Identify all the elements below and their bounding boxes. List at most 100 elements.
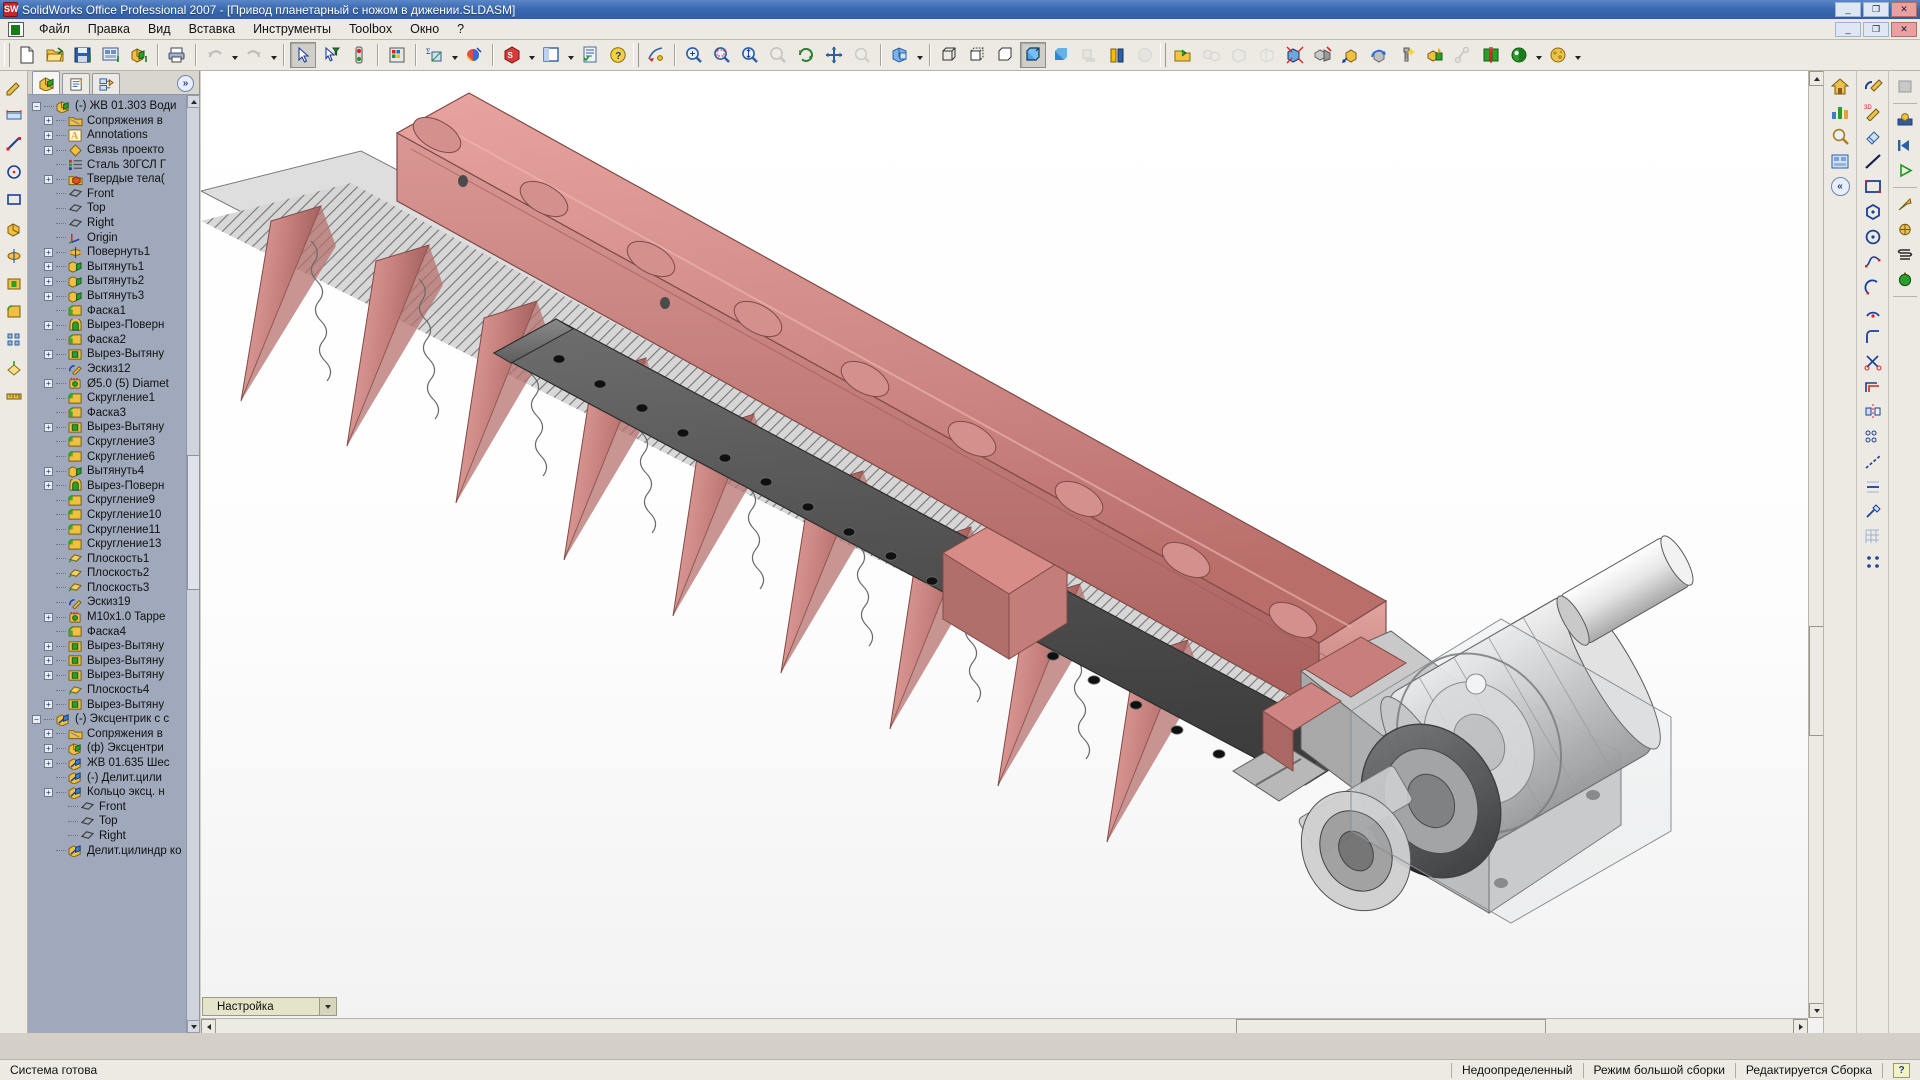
rectangle-icon[interactable] [1860, 175, 1886, 198]
zoom-to-fit-icon[interactable] [681, 42, 707, 68]
rebuild-icon[interactable] [346, 42, 372, 68]
tree-item[interactable]: + M10x1.0 Tappe [28, 610, 199, 625]
select-arrow-icon[interactable] [290, 42, 316, 68]
tree-expand-button[interactable]: + [44, 787, 53, 797]
tree-item[interactable]: + Вырез-Вытяну [28, 420, 199, 435]
tree-item[interactable]: Фаска4 [28, 624, 199, 639]
play-icon[interactable] [1892, 159, 1918, 182]
wireframe-icon[interactable] [936, 42, 962, 68]
help-icon[interactable]: ? [605, 42, 631, 68]
shaded-icon[interactable] [1048, 42, 1074, 68]
close-button[interactable]: ✕ [1891, 2, 1917, 17]
model-viewport[interactable] [201, 71, 1823, 1033]
tree-item[interactable]: Плоскость4 [28, 683, 199, 698]
view-palette-icon[interactable] [1827, 150, 1853, 173]
arc-icon[interactable] [1860, 275, 1886, 298]
zoom-in-out-icon[interactable] [737, 42, 763, 68]
configuration-tab[interactable]: Настройка [202, 997, 337, 1016]
tree-expand-button[interactable]: + [44, 276, 53, 286]
tree-item[interactable]: Плоскость1 [28, 551, 199, 566]
tree-item[interactable]: Делит.цилиндр ко [28, 843, 199, 858]
feature-tree-scrollbar[interactable] [186, 95, 200, 1033]
tree-item[interactable]: + Твердые тела( [28, 172, 199, 187]
add-relation-icon[interactable] [1860, 475, 1886, 498]
undo-icon[interactable] [202, 42, 228, 68]
tree-item[interactable]: Эскиз12 [28, 362, 199, 377]
smart-dimension-icon[interactable] [1860, 125, 1886, 148]
scene-icon[interactable] [1545, 42, 1571, 68]
interference-detection-icon[interactable] [1478, 42, 1504, 68]
tree-expand-button[interactable]: + [44, 758, 53, 768]
measure-dropdown-caret[interactable] [449, 42, 460, 68]
collapse-task-pane-icon[interactable]: « [1827, 175, 1853, 198]
graphics-horizontal-thumb[interactable] [1236, 1019, 1546, 1033]
menu-help[interactable]: ? [448, 20, 473, 38]
tree-item[interactable]: + Вырез-Поверн [28, 318, 199, 333]
shadows-icon[interactable] [1076, 42, 1102, 68]
tree-item[interactable]: (-) Делит.цили [28, 770, 199, 785]
tree-item[interactable]: + Сопряжения в [28, 114, 199, 129]
tree-item[interactable]: + Связь проекто [28, 143, 199, 158]
tree-item[interactable]: Top [28, 814, 199, 829]
tree-item[interactable]: Right [28, 829, 199, 844]
offset-entities-icon[interactable] [1860, 375, 1886, 398]
spring-icon[interactable] [1892, 243, 1918, 266]
view-orientation-caret[interactable] [914, 42, 925, 68]
tree-expand-button[interactable]: + [44, 670, 53, 680]
sw-resources-home-icon[interactable] [1827, 75, 1853, 98]
tree-expand-button[interactable]: + [44, 116, 53, 126]
graphics-horizontal-scrollbar[interactable] [201, 1018, 1808, 1033]
tree-item[interactable]: Фаска1 [28, 303, 199, 318]
tree-item[interactable]: Плоскость2 [28, 566, 199, 581]
blank-button-icon[interactable] [1892, 75, 1918, 98]
scroll-up-button[interactable] [187, 95, 200, 108]
assembly-feature-icon[interactable] [1422, 42, 1448, 68]
open-document-icon[interactable] [42, 42, 68, 68]
tree-item[interactable]: + Вырез-Поверн [28, 478, 199, 493]
tree-expand-button[interactable]: + [44, 641, 53, 651]
tree-expand-button[interactable]: + [44, 291, 53, 301]
hidden-lines-visible-icon[interactable] [964, 42, 990, 68]
tree-collapse-button[interactable]: − [32, 101, 41, 111]
tree-expand-button[interactable]: + [44, 422, 53, 432]
reference-geometry-icon[interactable] [3, 357, 25, 379]
options-icon[interactable] [384, 42, 410, 68]
filter-select-icon[interactable] [318, 42, 344, 68]
tree-expand-button[interactable]: + [44, 729, 53, 739]
first-frame-icon[interactable] [1892, 134, 1918, 157]
shaded-with-edges-icon[interactable] [1020, 42, 1046, 68]
tree-item[interactable]: + Вырез-Вытяну [28, 654, 199, 669]
scene-dropdown-caret[interactable] [1572, 42, 1583, 68]
smart-fasteners-icon[interactable] [1394, 42, 1420, 68]
pattern-tool-icon[interactable] [3, 329, 25, 351]
tree-item[interactable]: + ЖВ 01.635 Шес [28, 756, 199, 771]
properties-icon[interactable] [577, 42, 603, 68]
tree-item[interactable]: + Повернуть1 [28, 245, 199, 260]
graphics-scroll-up-button[interactable] [1809, 71, 1823, 86]
previous-view-icon[interactable] [849, 42, 875, 68]
circle-tool-icon[interactable] [3, 161, 25, 183]
tree-item[interactable]: Скругление6 [28, 449, 199, 464]
sketch-icon[interactable] [1860, 75, 1886, 98]
tree-item[interactable]: − (-) Эксцентрик с с [28, 712, 199, 727]
mate-icon[interactable] [1310, 42, 1336, 68]
pan-icon[interactable] [821, 42, 847, 68]
linear-pattern-icon[interactable] [1860, 425, 1886, 448]
toolbar-grip[interactable] [4, 43, 10, 67]
scroll-down-button[interactable] [187, 1020, 200, 1033]
tree-item[interactable]: + Ø5.0 (5) Diamet [28, 376, 199, 391]
section-cut-icon[interactable] [1104, 42, 1130, 68]
help-question-icon[interactable]: ? [1893, 1062, 1910, 1078]
tree-item[interactable]: + Кольцо эксц. н [28, 785, 199, 800]
belt-chain-icon[interactable] [1450, 42, 1476, 68]
feature-tree[interactable]: − (-) ЖВ 01.303 Води + Сопряжения в + A Annota… [28, 95, 199, 1033]
motion-study-icon[interactable] [1892, 268, 1918, 291]
tree-item[interactable]: Сталь 30ГСЛ Г [28, 157, 199, 172]
tree-item[interactable]: Origin [28, 230, 199, 245]
tree-item[interactable]: Плоскость3 [28, 581, 199, 596]
appearance-icon[interactable] [1506, 42, 1532, 68]
tree-item[interactable]: + Вырез-Вытяну [28, 347, 199, 362]
graphics-scroll-down-button[interactable] [1809, 1003, 1823, 1018]
menu-toolbox[interactable]: Toolbox [340, 20, 401, 38]
tree-expand-button[interactable]: + [44, 700, 53, 710]
